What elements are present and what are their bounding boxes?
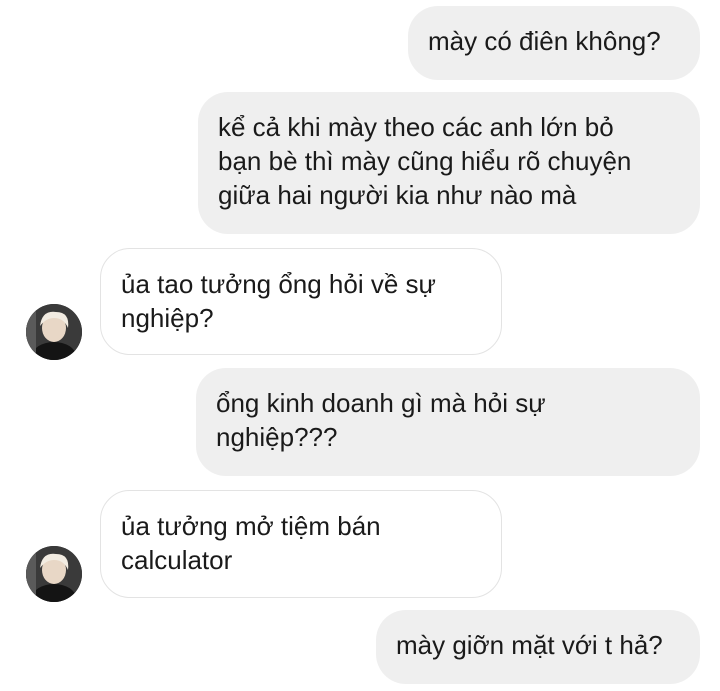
message-outgoing[interactable]: kể cả khi mày theo các anh lớn bỏ bạn bè… [198, 92, 700, 234]
user-avatar-icon[interactable] [26, 546, 82, 602]
message-outgoing[interactable]: ổng kinh doanh gì mà hỏi sự nghiệp??? [196, 368, 700, 476]
user-avatar-icon[interactable] [26, 304, 82, 360]
message-incoming[interactable]: ủa tưởng mở tiệm bán calculator [100, 490, 502, 598]
message-outgoing[interactable]: mày có điên không? [408, 6, 700, 80]
avatar-image [26, 546, 82, 602]
avatar-image [26, 304, 82, 360]
message-outgoing[interactable]: mày giỡn mặt với t hả? [376, 610, 700, 684]
message-incoming[interactable]: ủa tao tưởng ổng hỏi về sự nghiệp? [100, 248, 502, 355]
